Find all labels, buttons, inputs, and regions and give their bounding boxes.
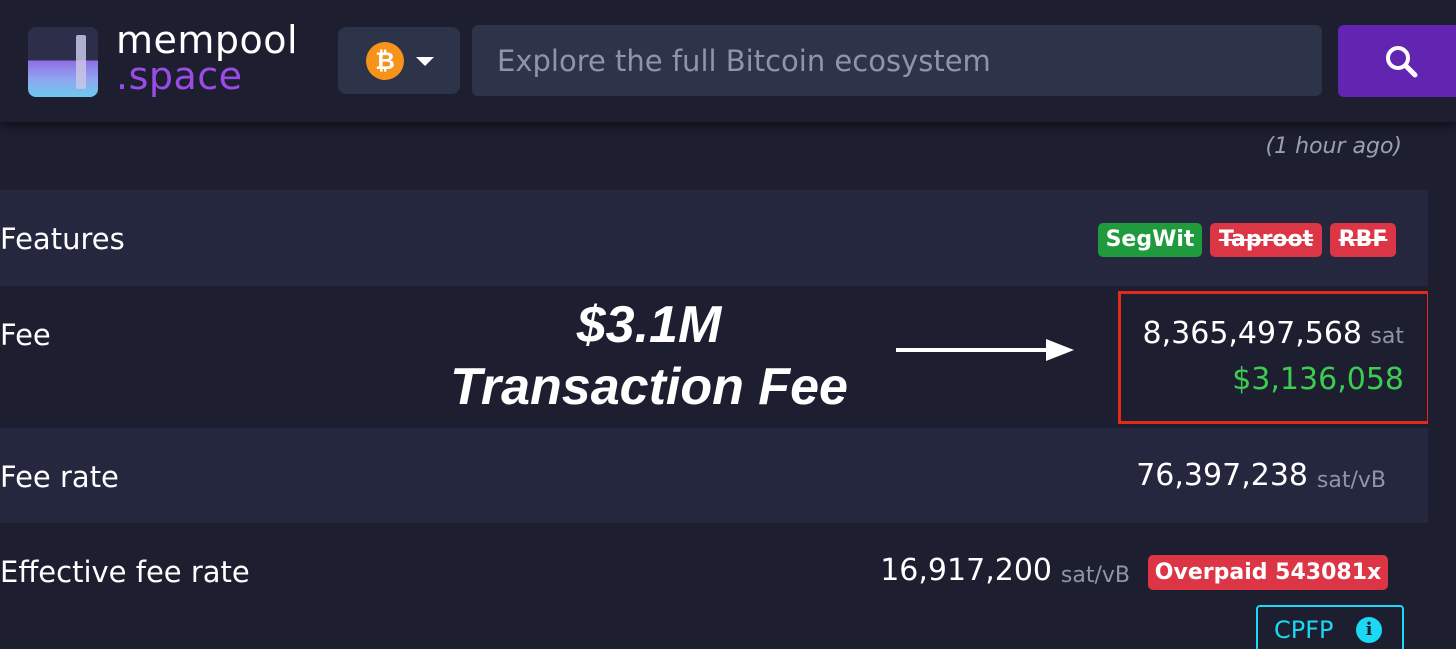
taproot-badge[interactable]: Taproot <box>1210 223 1322 257</box>
chevron-down-icon <box>416 57 434 66</box>
effective-fee-rate-value: 16,917,200 <box>880 553 1052 588</box>
segwit-badge[interactable]: SegWit <box>1098 223 1202 257</box>
search-button[interactable] <box>1338 25 1456 97</box>
top-navbar: mempool .space ₿ <box>0 0 1456 122</box>
cpfp-label: CPFP <box>1274 616 1334 644</box>
features-row: Features SegWit Taproot RBF <box>0 190 1428 286</box>
effective-fee-rate-row: Effective fee rate 16,917,200 sat/vB Ove… <box>0 523 1428 649</box>
search-icon <box>1386 46 1418 78</box>
right-gutter <box>1428 122 1456 649</box>
annotation-amount: $3.1M <box>576 296 722 354</box>
fee-usd-value: $3,136,058 <box>1232 362 1404 397</box>
logo-wordmark[interactable]: mempool .space <box>116 18 299 98</box>
fee-rate-unit: sat/vB <box>1316 468 1386 493</box>
fee-rate-value: 76,397,238 <box>1136 458 1308 493</box>
transaction-details: (1 hour ago) Features SegWit Taproot RBF… <box>0 122 1430 649</box>
annotation-caption: Transaction Fee <box>450 358 848 416</box>
fee-rate-row: Fee rate 76,397,238 sat/vB <box>0 428 1428 523</box>
arrow-right-icon <box>896 339 1074 361</box>
effective-fee-rate-label: Effective fee rate <box>0 555 250 589</box>
fee-sat-value: 8,365,497,568 <box>1142 316 1362 351</box>
search-input[interactable] <box>472 25 1322 96</box>
time-ago-text: (1 hour ago) <box>1265 134 1402 159</box>
fee-label: Fee <box>0 318 51 352</box>
rbf-badge[interactable]: RBF <box>1330 223 1396 257</box>
logo-bar <box>76 35 86 89</box>
fee-highlight-box <box>1118 291 1430 424</box>
features-label: Features <box>0 222 125 256</box>
bitcoin-icon: ₿ <box>366 42 404 80</box>
fee-row: Fee $3.1M Transaction Fee 8,365,497,568 … <box>0 286 1430 428</box>
overpaid-badge[interactable]: Overpaid 543081x <box>1148 555 1388 590</box>
network-selector[interactable]: ₿ <box>338 27 460 94</box>
fee-rate-label: Fee rate <box>0 460 119 494</box>
cpfp-button[interactable]: CPFP i <box>1256 605 1404 649</box>
effective-fee-rate-unit: sat/vB <box>1060 563 1130 588</box>
logo-text-space: .space <box>116 54 243 98</box>
logo-text-mempool: mempool <box>116 18 299 62</box>
mempool-logo-icon[interactable] <box>28 27 98 97</box>
info-icon: i <box>1356 617 1382 643</box>
fee-sat-unit: sat <box>1370 324 1404 349</box>
timestamp-row: (1 hour ago) <box>0 122 1428 190</box>
fee-annotation: $3.1M Transaction Fee <box>440 294 858 418</box>
